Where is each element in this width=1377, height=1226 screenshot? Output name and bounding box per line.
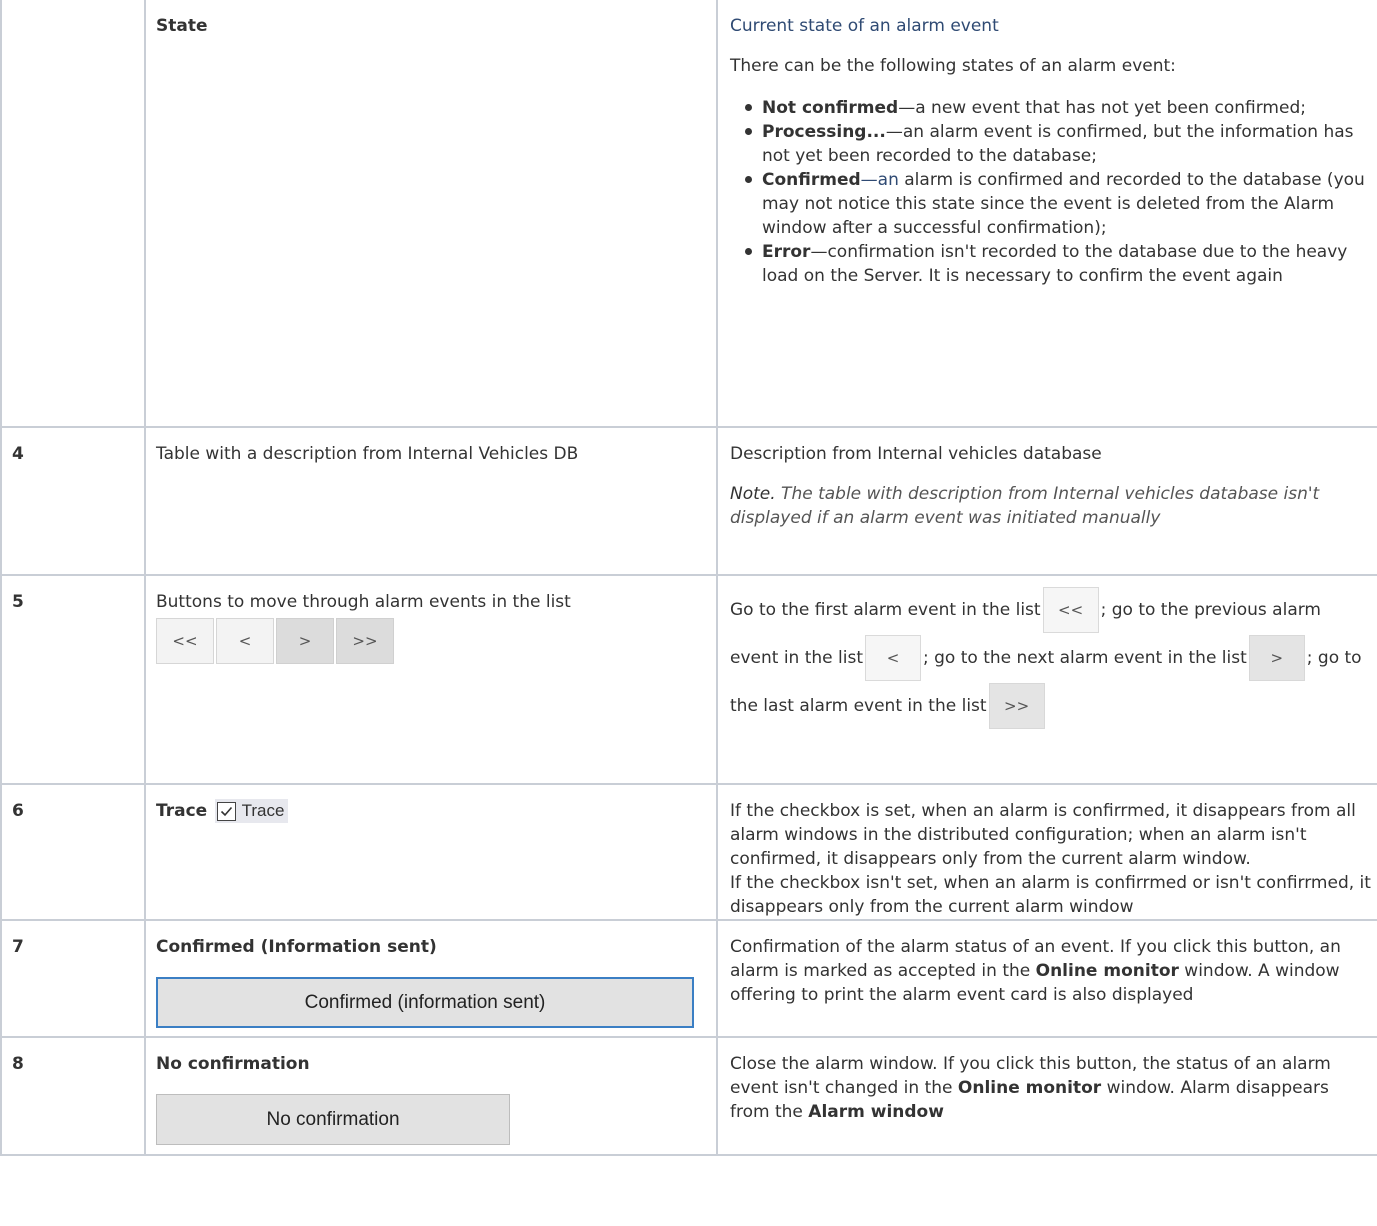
row-number: 7 <box>0 919 146 1038</box>
description-text: Close the alarm window. If you click thi… <box>716 1036 1377 1156</box>
first-button-image: << <box>1042 587 1099 633</box>
table-row: 4 Table with a description from Internal… <box>0 426 1377 576</box>
list-item: Confirmed—an alarm is confirmed and reco… <box>745 168 1372 240</box>
list-item: Processing...—an alarm event is confirme… <box>745 120 1372 168</box>
element-name: Table with a description from Internal V… <box>144 426 718 576</box>
element-name: Buttons to move through alarm events in … <box>156 592 571 612</box>
last-button-image: >> <box>988 683 1045 729</box>
checkmark-icon <box>216 801 236 821</box>
previous-button[interactable]: < <box>216 618 274 664</box>
next-button[interactable]: > <box>276 618 334 664</box>
first-button[interactable]: << <box>156 618 214 664</box>
next-button-image: > <box>1248 635 1305 681</box>
description-table: State Current state of an alarm event Th… <box>0 0 1377 1156</box>
no-confirmation-button[interactable]: No confirmation <box>156 1094 510 1145</box>
last-button[interactable]: >> <box>336 618 394 664</box>
description-text: Go to the first alarm event in the list <… <box>716 574 1377 785</box>
nav-button-group: << < > >> <box>156 618 706 664</box>
trace-checkbox[interactable]: Trace <box>214 799 289 823</box>
row-number: 5 <box>0 574 146 785</box>
note-text: Note. The table with description from In… <box>730 484 1320 528</box>
description-title: Current state of an alarm event <box>730 16 999 36</box>
row-number: 8 <box>0 1036 146 1156</box>
description-intro: There can be the following states of an … <box>730 56 1176 76</box>
list-item: Error—confirmation isn't recorded to the… <box>745 240 1372 288</box>
row-number: 6 <box>0 783 146 921</box>
element-name: Trace <box>156 801 208 821</box>
description-text: Description from Internal vehicles datab… <box>730 444 1102 464</box>
description-text: Confirmation of the alarm status of an e… <box>716 919 1377 1038</box>
table-row: 7 Confirmed (Information sent) Confirmed… <box>0 919 1377 1038</box>
row-number <box>0 0 146 428</box>
element-name: Confirmed (Information sent) <box>156 937 437 957</box>
previous-button-image: < <box>865 635 921 681</box>
element-name: No confirmation <box>156 1054 310 1074</box>
list-item: Not confirmed—a new event that has not y… <box>745 96 1372 120</box>
description-text: If the checkbox is set, when an alarm is… <box>716 783 1377 921</box>
confirmed-button[interactable]: Confirmed (information sent) <box>156 977 694 1028</box>
table-row: 6 Trace Trace If the checkbox is set, wh… <box>0 783 1377 921</box>
row-number: 4 <box>0 426 146 576</box>
table-row: 5 Buttons to move through alarm events i… <box>0 574 1377 785</box>
table-row: State Current state of an alarm event Th… <box>0 0 1377 428</box>
state-list: Not confirmed—a new event that has not y… <box>730 96 1372 288</box>
element-name: State <box>156 16 208 36</box>
table-row: 8 No confirmation No confirmation Close … <box>0 1036 1377 1156</box>
checkbox-label: Trace <box>241 801 285 820</box>
